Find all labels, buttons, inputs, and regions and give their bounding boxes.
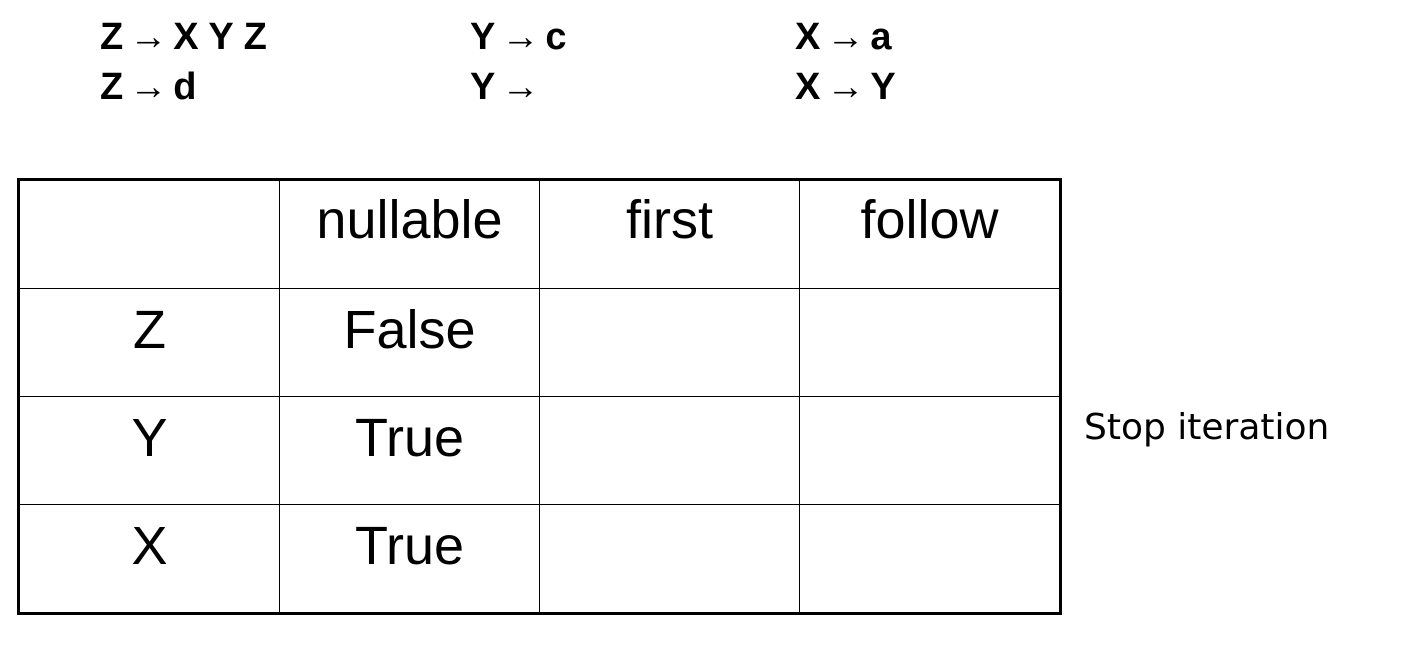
header-cell-nullable: nullable xyxy=(279,179,540,289)
arrow-icon: → xyxy=(826,16,865,58)
first-cell xyxy=(539,396,800,505)
arrow-icon: → xyxy=(826,66,865,108)
header-cell-symbol xyxy=(18,179,280,289)
stop-iteration-note: Stop iteration xyxy=(1084,407,1330,448)
production-lhs: Y xyxy=(470,66,496,108)
table-row: X True xyxy=(18,504,1061,614)
symbol-cell: Y xyxy=(18,396,280,505)
production-lhs: X xyxy=(795,16,821,58)
production-rhs: d xyxy=(173,66,197,108)
production-lhs: Z xyxy=(100,66,124,108)
follow-cell xyxy=(799,288,1061,397)
arrow-icon: → xyxy=(129,16,168,58)
table-row: Z False xyxy=(18,288,1061,397)
production-rhs: Y xyxy=(870,66,896,108)
production-z-d: Z → d xyxy=(100,62,196,112)
production-rhs: X Y Z xyxy=(173,16,267,58)
production-rhs: c xyxy=(545,16,567,58)
production-x-a: X → a xyxy=(795,12,892,62)
arrow-icon: → xyxy=(501,66,540,108)
production-lhs: X xyxy=(795,66,821,108)
symbol-cell: Z xyxy=(18,288,280,397)
table-header-row: nullable first follow xyxy=(18,179,1061,289)
production-x-y: X → Y xyxy=(795,62,896,112)
arrow-icon: → xyxy=(501,16,540,58)
follow-cell xyxy=(799,504,1061,614)
production-lhs: Y xyxy=(470,16,496,58)
nullable-cell: True xyxy=(279,396,540,505)
header-cell-follow: follow xyxy=(799,179,1061,289)
production-y-empty: Y → xyxy=(470,62,545,112)
production-rhs: a xyxy=(870,16,892,58)
production-y-c: Y → c xyxy=(470,12,567,62)
nullable-cell: True xyxy=(279,504,540,614)
production-z-xyz: Z → X Y Z xyxy=(100,12,267,62)
first-cell xyxy=(539,504,800,614)
symbol-cell: X xyxy=(18,504,280,614)
header-cell-first: first xyxy=(539,179,800,289)
analysis-table-wrapper: nullable first follow Z False Y True X T… xyxy=(17,178,1062,615)
table-row: Y True xyxy=(18,396,1061,505)
production-lhs: Z xyxy=(100,16,124,58)
nullable-cell: False xyxy=(279,288,540,397)
nullable-first-follow-table: nullable first follow Z False Y True X T… xyxy=(17,178,1062,615)
first-cell xyxy=(539,288,800,397)
follow-cell xyxy=(799,396,1061,505)
arrow-icon: → xyxy=(129,66,168,108)
